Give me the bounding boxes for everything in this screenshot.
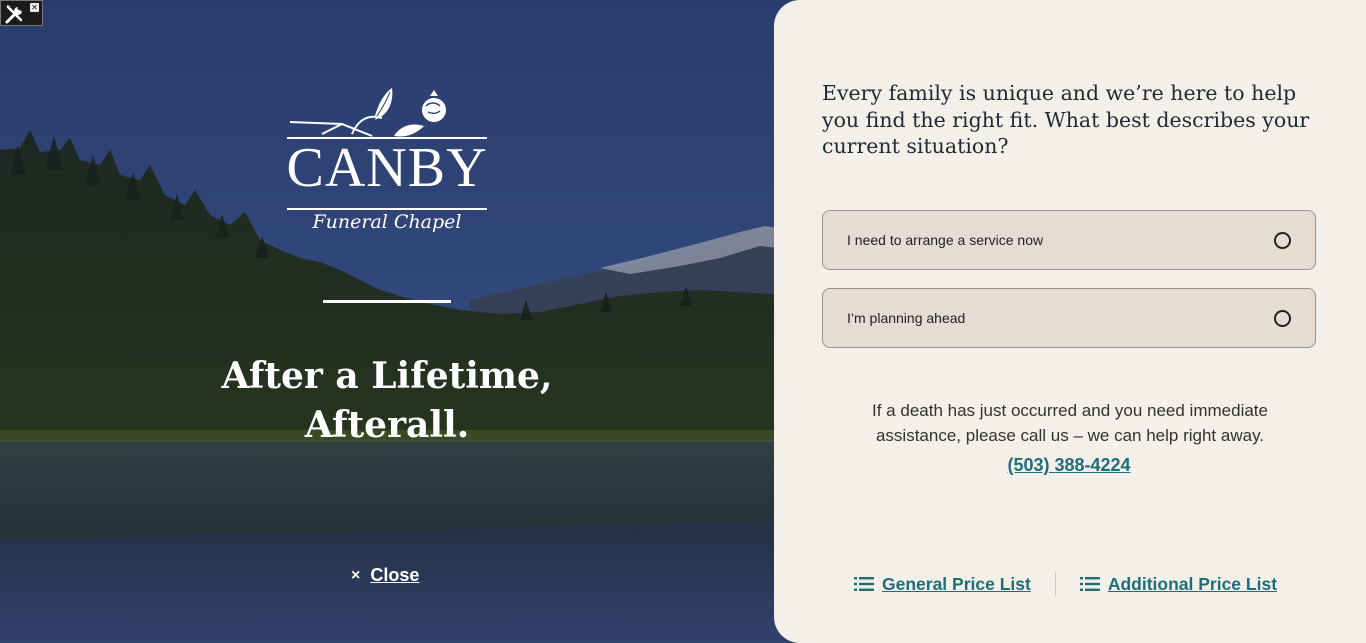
- brand-subtitle: Funeral Chapel: [312, 211, 462, 233]
- radio-button[interactable]: [1274, 231, 1291, 249]
- close-button[interactable]: × Close: [351, 565, 419, 586]
- phone-container: (503) 388-4224: [822, 455, 1316, 476]
- page: ✕ CANBY Funeral Chapel After a Lifetime,: [0, 0, 1366, 643]
- option-label: I need to arrange a service now: [847, 232, 1044, 248]
- list-icon: [854, 577, 874, 591]
- radio-button[interactable]: [1274, 309, 1291, 327]
- hero-tagline: After a Lifetime, Afterall.: [190, 352, 584, 450]
- hero-section: ✕ CANBY Funeral Chapel After a Lifetime,: [0, 0, 800, 643]
- close-icon: ×: [351, 566, 361, 584]
- option-planning-ahead[interactable]: I’m planning ahead: [822, 288, 1316, 348]
- tagline-line-1: After a Lifetime,: [221, 355, 553, 397]
- panel-question: Every family is unique and we’re here to…: [822, 81, 1310, 158]
- general-price-list-label: General Price List: [882, 573, 1031, 594]
- list-icon: [1079, 577, 1100, 591]
- wrench-screwdriver-icon: [5, 5, 23, 24]
- immediate-need-notice: If a death has just occurred and you nee…: [872, 401, 1268, 445]
- tagline-line-2: Afterall.: [304, 404, 470, 446]
- close-tools-icon[interactable]: ✕: [30, 3, 39, 12]
- situation-panel: Every family is unique and we’re here to…: [774, 0, 1366, 643]
- phone-link[interactable]: (503) 388-4224: [1007, 455, 1130, 475]
- close-label: Close: [370, 565, 420, 585]
- price-list-links: General Price List Additional Price List: [854, 570, 1294, 598]
- brand-name: CANBY: [286, 137, 488, 199]
- additional-price-list-label: Additional Price List: [1107, 573, 1278, 594]
- links-divider: [1054, 572, 1056, 596]
- option-label: I’m planning ahead: [847, 310, 966, 326]
- hero-divider: [323, 300, 451, 303]
- general-price-list-link[interactable]: General Price List: [854, 574, 1031, 595]
- additional-price-list-link[interactable]: Additional Price List: [1079, 573, 1278, 595]
- canby-logo[interactable]: CANBY Funeral Chapel: [282, 84, 492, 254]
- option-arrange-now[interactable]: I need to arrange a service now: [822, 210, 1316, 270]
- tools-widget[interactable]: ✕: [0, 0, 43, 26]
